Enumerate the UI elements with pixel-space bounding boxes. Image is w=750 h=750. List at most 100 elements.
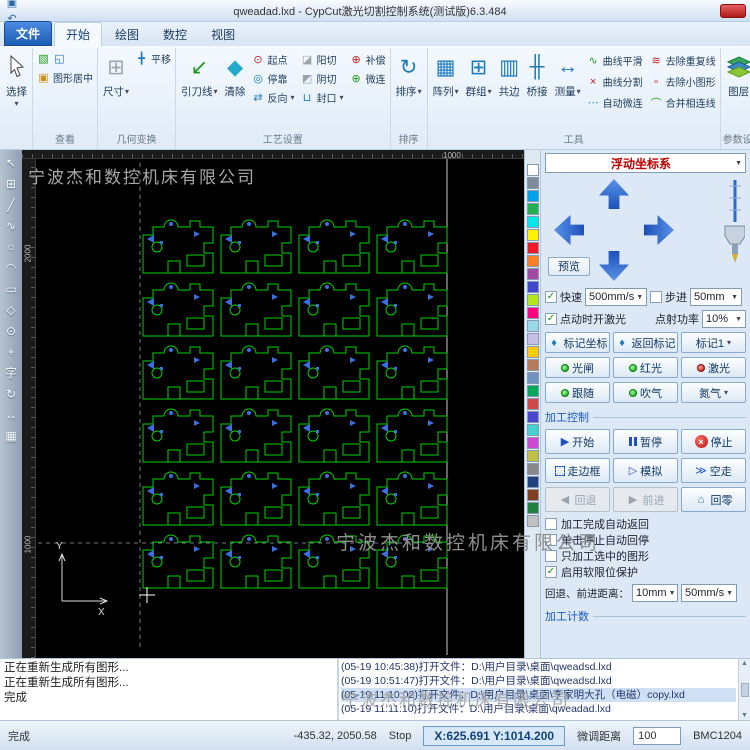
distance-speed-select[interactable]: 50mm/s▼: [681, 584, 737, 602]
palette-color-16[interactable]: [527, 372, 539, 384]
simulate-button[interactable]: ▷模拟: [613, 458, 678, 483]
part-shape[interactable]: [143, 346, 213, 399]
palette-color-14[interactable]: [527, 346, 539, 358]
polyline-tool[interactable]: ∿: [2, 216, 20, 235]
text-tool[interactable]: 字: [2, 363, 20, 382]
option-row-1[interactable]: 加工完成自动返回: [545, 516, 746, 532]
fast-speed-select[interactable]: 500mm/s▼: [585, 288, 647, 306]
part-shape[interactable]: [221, 220, 291, 273]
palette-color-3[interactable]: [527, 203, 539, 215]
palette-color-18[interactable]: [527, 398, 539, 410]
merge-lines-button[interactable]: ⌒合并相连线: [648, 94, 718, 111]
return-mark-button[interactable]: ♦返回标记: [613, 332, 678, 353]
tab-开始[interactable]: 开始: [54, 22, 102, 46]
gas-select[interactable]: 氮气▾: [681, 382, 746, 403]
start-point-button[interactable]: ⊙起点: [250, 51, 297, 68]
option-row-4[interactable]: ✓启用软限位保护: [545, 564, 746, 580]
polygon-tool[interactable]: ◇: [2, 300, 20, 319]
palette-color-12[interactable]: [527, 320, 539, 332]
preview-button[interactable]: 预览: [548, 257, 590, 276]
part-shape[interactable]: [221, 409, 291, 462]
palette-color-8[interactable]: [527, 268, 539, 280]
curve-smooth-button[interactable]: ∿曲线平滑: [585, 52, 645, 69]
palette-color-25[interactable]: [527, 489, 539, 501]
burst-power-select[interactable]: 10%▼: [702, 310, 746, 328]
follow-button[interactable]: 跟随: [545, 382, 610, 403]
history-log-line[interactable]: (05-19 11:10:02)打开文件：D:\用户目录\桌面\李家明大孔（电磁…: [341, 688, 736, 702]
palette-color-23[interactable]: [527, 463, 539, 475]
jog-down-button[interactable]: [599, 251, 629, 281]
cross-tool[interactable]: +: [2, 342, 20, 361]
clear-button[interactable]: ◆ 清除: [222, 48, 249, 130]
center-graphic-button[interactable]: ▣图形居中: [35, 69, 95, 86]
part-shape[interactable]: [143, 472, 213, 525]
walk-frame-button[interactable]: 走边框: [545, 458, 610, 483]
micro-joint-button[interactable]: ⊕微连: [348, 70, 388, 87]
shutter-button[interactable]: 光闸: [545, 357, 610, 378]
start-button[interactable]: ▶开始: [545, 429, 610, 454]
jog-laser-checkbox[interactable]: ✓: [545, 313, 557, 325]
part-shape[interactable]: [221, 472, 291, 525]
array-tool[interactable]: ▦: [2, 426, 20, 445]
array-button[interactable]: ▦ 阵列▾: [430, 48, 462, 130]
size-button[interactable]: ⊞ 尺寸▾: [100, 48, 132, 130]
rect-tool[interactable]: ▭: [2, 279, 20, 298]
rotate-tool[interactable]: ↻: [2, 384, 20, 403]
arc-tool[interactable]: ◠: [2, 258, 20, 277]
step-checkbox[interactable]: [650, 291, 662, 303]
part-shape[interactable]: [299, 283, 369, 336]
part-shape[interactable]: [377, 346, 447, 399]
palette-color-20[interactable]: [527, 424, 539, 436]
inner-cut-button[interactable]: ◩阴切: [299, 70, 346, 87]
view-grid-tool[interactable]: ⊞: [2, 174, 20, 193]
part-shape[interactable]: [299, 346, 369, 399]
log-scrollbar[interactable]: ▲ ▼: [738, 659, 750, 720]
checkbox-icon[interactable]: [545, 550, 557, 562]
part-shape[interactable]: [299, 472, 369, 525]
palette-color-5[interactable]: [527, 229, 539, 241]
laser-button[interactable]: 激光: [681, 357, 746, 378]
measure-button[interactable]: ↔ 测量▾: [552, 48, 584, 130]
compensation-button[interactable]: ⊕补偿: [348, 51, 388, 68]
part-shape[interactable]: [143, 283, 213, 336]
part-shape[interactable]: [377, 535, 447, 588]
scroll-up-icon[interactable]: ▲: [741, 660, 748, 667]
tab-绘图[interactable]: 绘图: [104, 23, 150, 46]
palette-color-7[interactable]: [527, 255, 539, 267]
layer-button[interactable]: 图层: [723, 48, 750, 130]
coord-system-select[interactable]: 浮动坐标系▼: [545, 153, 746, 173]
remove-duplicate-button[interactable]: ≋去除重复线: [648, 52, 718, 69]
dry-run-button[interactable]: ≫空走: [681, 458, 746, 483]
checkbox-icon[interactable]: [545, 534, 557, 546]
palette-color-27[interactable]: [527, 515, 539, 527]
tab-文件[interactable]: 文件: [4, 21, 52, 46]
mark1-select[interactable]: 标记1▾: [681, 332, 746, 353]
option-row-3[interactable]: 只加工选中的图形: [545, 548, 746, 564]
select-button[interactable]: 选择 ▾: [3, 48, 30, 130]
palette-color-21[interactable]: [527, 437, 539, 449]
pan-button[interactable]: ╋平移: [133, 50, 173, 67]
select-tool[interactable]: ↖: [2, 153, 20, 172]
palette-color-26[interactable]: [527, 502, 539, 514]
skin-button[interactable]: [720, 4, 746, 18]
seal-button[interactable]: ⊔封口▾: [299, 89, 346, 106]
part-shape[interactable]: [221, 283, 291, 336]
sort-button[interactable]: ↻ 排序▾: [393, 48, 425, 130]
mirror-tool[interactable]: ↔: [2, 405, 20, 424]
forward-button[interactable]: ▶前进: [613, 487, 678, 512]
co-edge-button[interactable]: ▥ 共边: [496, 48, 523, 130]
part-shape[interactable]: [143, 220, 213, 273]
option-row-2[interactable]: 单击停止自动回停: [545, 532, 746, 548]
bridge-button[interactable]: ╫ 桥接: [524, 48, 551, 130]
home-button[interactable]: ⌂回零: [681, 487, 746, 512]
part-shape[interactable]: [377, 283, 447, 336]
step-size-select[interactable]: 50mm▼: [690, 288, 742, 306]
palette-color-24[interactable]: [527, 476, 539, 488]
tab-视图[interactable]: 视图: [200, 23, 246, 46]
palette-color-22[interactable]: [527, 450, 539, 462]
dock-button[interactable]: ◎停靠: [250, 70, 297, 87]
stop-button[interactable]: ×停止: [681, 429, 746, 454]
part-shape[interactable]: [377, 472, 447, 525]
history-log-line[interactable]: (05-19 10:45:38)打开文件：D:\用户目录\桌面\qweadsd.…: [341, 660, 736, 674]
palette-color-19[interactable]: [527, 411, 539, 423]
